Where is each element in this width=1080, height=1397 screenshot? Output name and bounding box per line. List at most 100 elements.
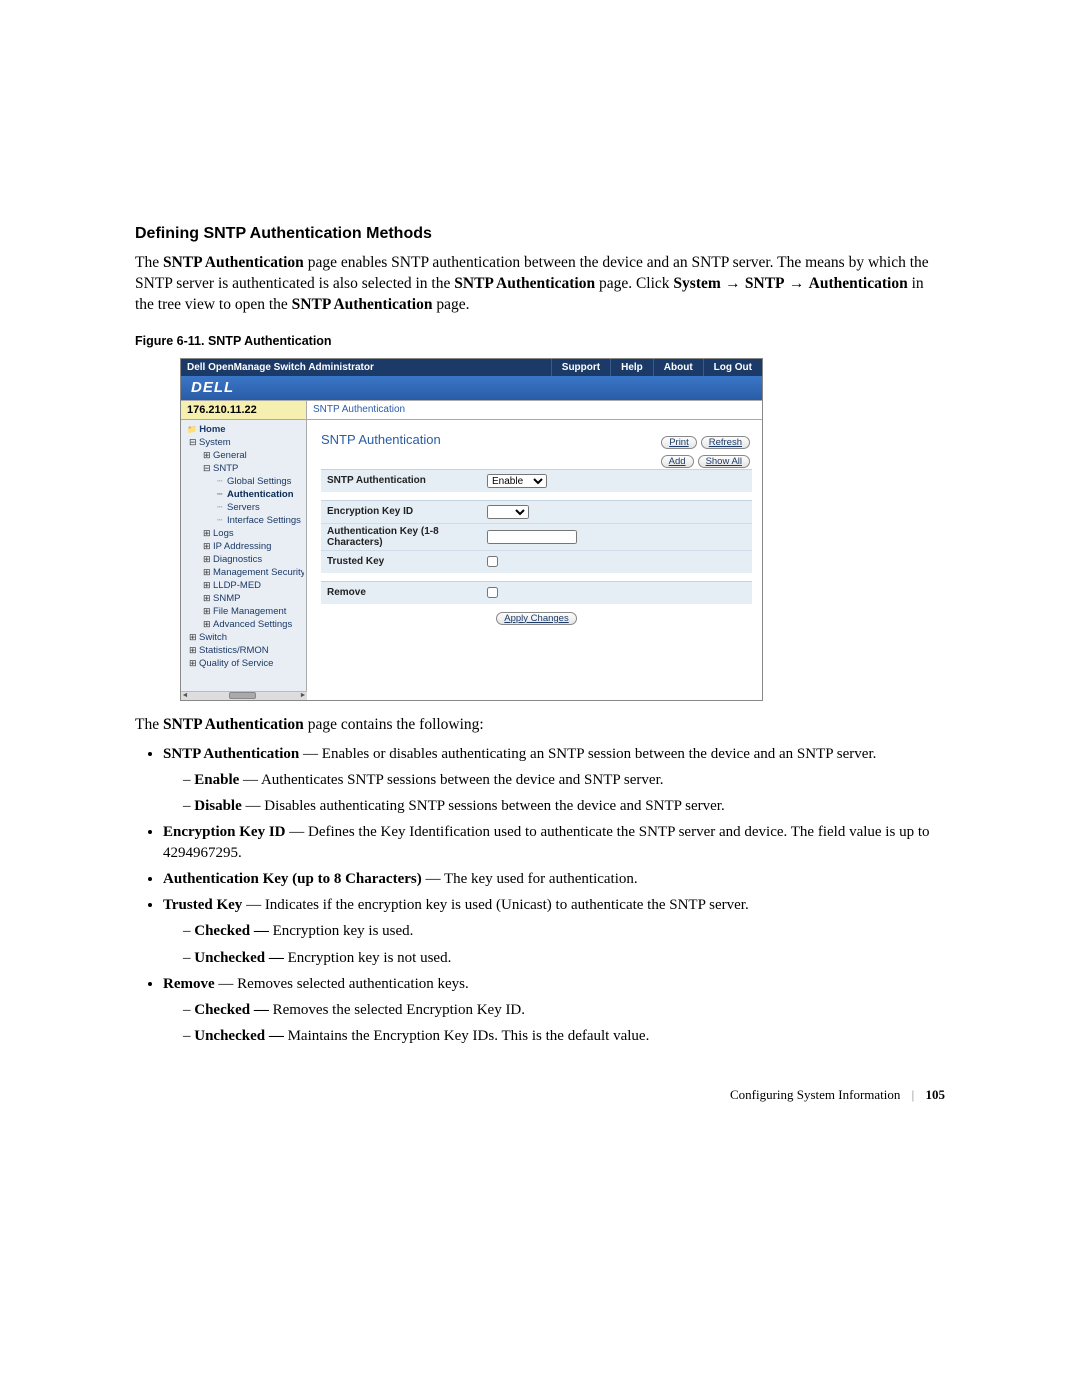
text-bold: SNTP Authentication xyxy=(454,275,595,292)
list-item: Encryption Key ID — Defines the Key Iden… xyxy=(163,822,945,863)
tree-lldp-med[interactable]: LLDP-MED xyxy=(185,579,304,592)
document-page: Defining SNTP Authentication Methods The… xyxy=(0,0,1080,1163)
tree-logs[interactable]: Logs xyxy=(185,527,304,540)
scroll-left-icon[interactable]: ◄ xyxy=(181,692,189,699)
text-bold: Encryption Key ID xyxy=(163,824,286,840)
text: Encryption key is not used. xyxy=(288,950,452,966)
list-item: Unchecked — Encryption key is not used. xyxy=(183,948,945,968)
panel-key: Encryption Key ID Authentication Key (1-… xyxy=(321,500,752,573)
page-footer: Configuring System Information | 105 xyxy=(135,1087,945,1103)
arrow-icon: → xyxy=(785,275,809,292)
text: — Removes selected authentication keys. xyxy=(215,976,469,992)
text: — Enables or disables authenticating an … xyxy=(299,746,876,762)
figure-caption: Figure 6-11. SNTP Authentication xyxy=(135,334,945,348)
footer-separator: | xyxy=(912,1087,915,1102)
nav-support[interactable]: Support xyxy=(551,359,610,376)
tree-statistics-rmon[interactable]: Statistics/RMON xyxy=(185,644,304,657)
breadcrumb: SNTP Authentication xyxy=(307,401,762,419)
field-label-trusted: Trusted Key xyxy=(327,556,487,567)
remove-checkbox[interactable] xyxy=(487,587,498,598)
tree-panel: Home System General SNTP Global Settings… xyxy=(181,420,307,691)
tree-qos[interactable]: Quality of Service xyxy=(185,657,304,670)
refresh-button[interactable]: Refresh xyxy=(701,436,750,449)
list-item: Trusted Key — Indicates if the encryptio… xyxy=(163,895,945,968)
text: page contains the following: xyxy=(304,716,484,733)
screenshot-mock: Dell OpenManage Switch Administrator Sup… xyxy=(180,358,763,701)
tree-home[interactable]: Home xyxy=(185,423,304,436)
field-label-enckey: Encryption Key ID xyxy=(327,506,487,517)
text: — Disables authenticating SNTP sessions … xyxy=(242,798,725,814)
text-bold: SNTP Authentication xyxy=(292,296,433,313)
text-bold: Checked — xyxy=(194,1002,272,1018)
tree-advanced-settings[interactable]: Advanced Settings xyxy=(185,618,304,631)
enckey-select[interactable] xyxy=(487,505,529,519)
trusted-checkbox[interactable] xyxy=(487,556,498,567)
tree-panel-wrap: Home System General SNTP Global Settings… xyxy=(181,420,307,700)
scroll-right-icon[interactable]: ► xyxy=(299,692,307,699)
app-title: Dell OpenManage Switch Administrator xyxy=(181,362,551,373)
text: Maintains the Encryption Key IDs. This i… xyxy=(288,1028,650,1044)
tree-authentication[interactable]: Authentication xyxy=(185,488,304,501)
sub-list: Checked — Removes the selected Encryptio… xyxy=(183,1000,945,1047)
mock-body: Home System General SNTP Global Settings… xyxy=(181,420,762,700)
showall-button[interactable]: Show All xyxy=(698,455,750,468)
text: The xyxy=(135,254,163,271)
text-bold: SNTP Authentication xyxy=(163,746,299,762)
sub-list: Checked — Encryption key is used. Unchec… xyxy=(183,921,945,968)
text-bold: Checked — xyxy=(194,923,272,939)
apply-row: Apply Changes xyxy=(321,612,752,625)
panel-remove: Remove xyxy=(321,581,752,604)
sntp-auth-select[interactable]: Enable xyxy=(487,474,547,488)
text: — Authenticates SNTP sessions between th… xyxy=(239,772,663,788)
authkey-input[interactable] xyxy=(487,530,577,544)
device-ip: 176.210.11.22 xyxy=(181,401,307,419)
dell-logo: DELL xyxy=(191,379,234,396)
text: Removes the selected Encryption Key ID. xyxy=(273,1002,525,1018)
section-heading: Defining SNTP Authentication Methods xyxy=(135,225,945,243)
text-bold: Unchecked — xyxy=(194,950,287,966)
field-label-authkey: Authentication Key (1-8 Characters) xyxy=(327,526,487,548)
tree-general[interactable]: General xyxy=(185,449,304,462)
text-bold: Disable xyxy=(194,798,242,814)
text-bold: System xyxy=(673,275,720,292)
tree-global-settings[interactable]: Global Settings xyxy=(185,475,304,488)
list-item: Checked — Encryption key is used. xyxy=(183,921,945,941)
tree-interface-settings[interactable]: Interface Settings xyxy=(185,514,304,527)
footer-section: Configuring System Information xyxy=(730,1087,900,1102)
tree-scrollbar[interactable]: ◄ ► xyxy=(181,691,307,700)
field-label-remove: Remove xyxy=(327,587,487,598)
list-item: Unchecked — Maintains the Encryption Key… xyxy=(183,1026,945,1046)
tree-sntp[interactable]: SNTP xyxy=(185,462,304,475)
nav-about[interactable]: About xyxy=(653,359,703,376)
text: Encryption key is used. xyxy=(273,923,414,939)
list-item: Enable — Authenticates SNTP sessions bet… xyxy=(183,770,945,790)
field-list: SNTP Authentication — Enables or disable… xyxy=(163,744,945,1047)
tree-servers[interactable]: Servers xyxy=(185,501,304,514)
print-button[interactable]: Print xyxy=(661,436,697,449)
tree-file-management[interactable]: File Management xyxy=(185,605,304,618)
app-titlebar: Dell OpenManage Switch Administrator Sup… xyxy=(181,359,762,376)
list-item: Checked — Removes the selected Encryptio… xyxy=(183,1000,945,1020)
text-bold: SNTP xyxy=(745,275,785,292)
tree-ip-addressing[interactable]: IP Addressing xyxy=(185,540,304,553)
tree-management-security[interactable]: Management Security xyxy=(185,566,304,579)
add-button[interactable]: Add xyxy=(661,455,694,468)
tree-diagnostics[interactable]: Diagnostics xyxy=(185,553,304,566)
brand-bar: DELL xyxy=(181,376,762,400)
field-label-sntp-auth: SNTP Authentication xyxy=(327,475,487,486)
text: — The key used for authentication. xyxy=(422,871,638,887)
text: — Indicates if the encryption key is use… xyxy=(242,897,748,913)
apply-changes-button[interactable]: Apply Changes xyxy=(496,612,576,625)
text-bold: Enable xyxy=(194,772,239,788)
tree-snmp[interactable]: SNMP xyxy=(185,592,304,605)
sub-list: Enable — Authenticates SNTP sessions bet… xyxy=(183,770,945,817)
tree-system[interactable]: System xyxy=(185,436,304,449)
nav-logout[interactable]: Log Out xyxy=(703,359,762,376)
text-bold: Remove xyxy=(163,976,215,992)
arrow-icon: → xyxy=(721,275,745,292)
text-bold: Trusted Key xyxy=(163,897,242,913)
tree-switch[interactable]: Switch xyxy=(185,631,304,644)
text-bold: SNTP Authentication xyxy=(163,716,304,733)
scroll-thumb[interactable] xyxy=(229,692,256,699)
nav-help[interactable]: Help xyxy=(610,359,653,376)
